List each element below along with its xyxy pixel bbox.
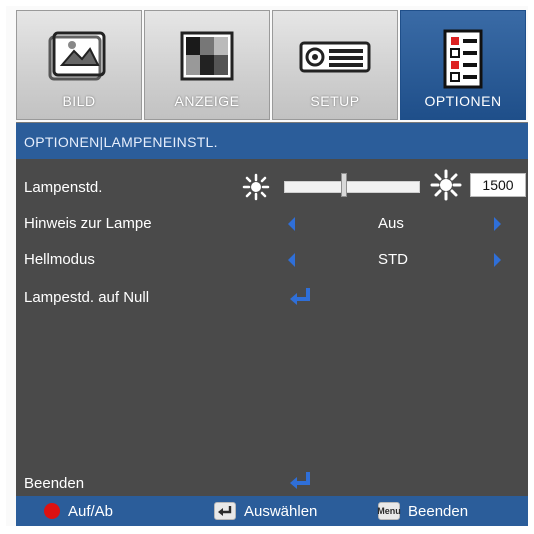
hinweis-value: Aus [378,215,404,232]
breadcrumb: OPTIONEN|LAMPENEINSTL. [16,123,528,159]
row-hinweis-label[interactable]: Hinweis zur Lampe [24,215,152,232]
hellmodus-left-arrow-icon[interactable] [288,253,295,267]
display-pattern-icon [172,25,242,92]
projector-icon [295,25,375,92]
row-hellmodus-label[interactable]: Hellmodus [24,251,95,268]
footer-bar: Auf/Ab Auswählen Menu Beenden [16,496,528,526]
menu-key-icon: Menu [377,502,401,520]
tab-anzeige[interactable]: ANZEIGE [144,10,270,120]
footer-exit: Menu Beenden [377,496,469,526]
exit-enter-arrow-icon[interactable] [288,471,314,498]
tab-bild-label: BILD [62,93,96,109]
options-list-icon [433,25,493,98]
hinweis-left-arrow-icon[interactable] [288,217,295,231]
footer-updown-label: Auf/Ab [68,502,114,520]
footer-updown: Auf/Ab [44,496,113,526]
brightness-high-icon [430,169,462,206]
tab-setup[interactable]: SETUP [272,10,398,120]
brightness-low-icon [242,173,270,206]
updown-icon [44,503,60,519]
row-beenden-label[interactable]: Beenden [24,475,84,492]
lamp-hours-value: 1500 [470,173,526,197]
menu-key-text: Menu [377,506,401,516]
row-reset-label[interactable]: Lampestd. auf Null [24,289,149,306]
breadcrumb-text: OPTIONEN|LAMPENEINSTL. [24,134,218,150]
hellmodus-right-arrow-icon[interactable] [494,253,501,267]
picture-icon [44,25,114,92]
tab-anzeige-label: ANZEIGE [174,93,240,109]
top-tabs: BILD ANZEIGE SETUP OPTIONEN [16,10,528,120]
lamp-hours-slider-thumb[interactable] [341,173,347,197]
menu-panel: OPTIONEN|LAMPENEINSTL. Lampenstd. 1500 H… [16,122,528,497]
footer-select-label: Auswählen [244,502,318,520]
footer-exit-label: Beenden [408,502,469,520]
tab-optionen-label: OPTIONEN [424,93,502,109]
tab-setup-label: SETUP [310,93,360,109]
tab-optionen[interactable]: OPTIONEN [400,10,526,120]
hinweis-right-arrow-icon[interactable] [494,217,501,231]
enter-arrow-icon[interactable] [288,287,314,314]
enter-key-icon [214,502,236,520]
osd-menu: BILD ANZEIGE SETUP OPTIONEN OPTIONEN|LAM… [6,6,528,526]
footer-select: Auswählen [214,496,317,526]
hellmodus-value: STD [378,251,408,268]
row-lampenstd-label[interactable]: Lampenstd. [24,179,102,196]
tab-bild[interactable]: BILD [16,10,142,120]
lamp-hours-slider-track[interactable] [284,181,420,193]
